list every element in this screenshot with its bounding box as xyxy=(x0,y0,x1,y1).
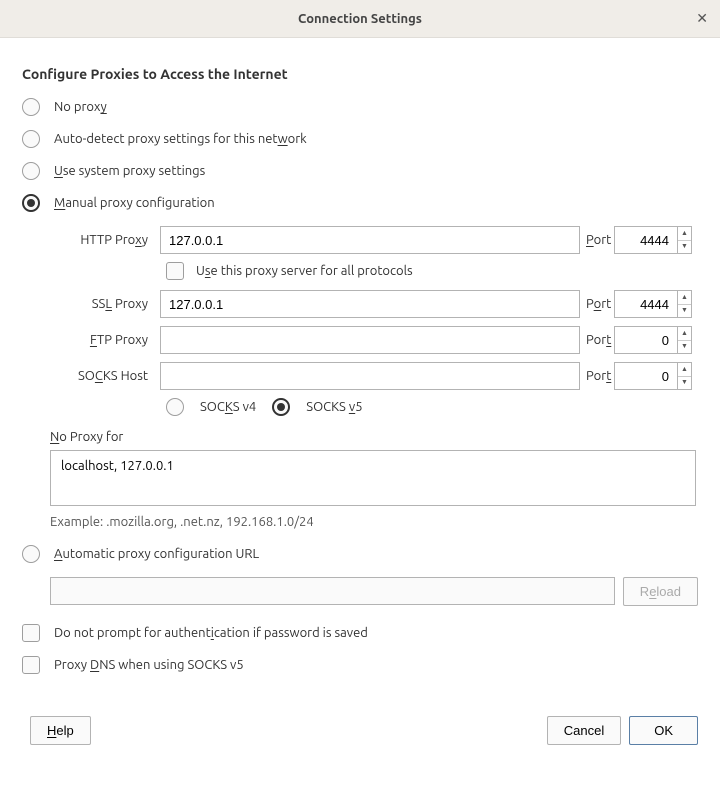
chevron-up-icon[interactable]: ▲ xyxy=(678,327,691,341)
chevron-up-icon[interactable]: ▲ xyxy=(678,291,691,305)
help-button[interactable]: Help xyxy=(30,716,91,745)
socks-host-label: SOCKS Host xyxy=(50,369,160,383)
ssl-proxy-input[interactable] xyxy=(160,290,580,318)
manual-proxy-form: HTTP Proxy Port ▲▼ Use this proxy server… xyxy=(50,226,698,529)
http-proxy-input[interactable] xyxy=(160,226,580,254)
use-all-protocols-row[interactable]: Use this proxy server for all protocols xyxy=(166,262,698,280)
chevron-up-icon[interactable]: ▲ xyxy=(678,363,691,377)
pac-url-input[interactable] xyxy=(50,577,615,605)
no-auth-prompt-row[interactable]: Do not prompt for authentication if pass… xyxy=(22,624,698,642)
radio-manual-proxy[interactable]: Manual proxy configuration xyxy=(22,194,698,212)
reload-button[interactable]: Reload xyxy=(623,577,698,606)
socks-port-input[interactable] xyxy=(614,362,678,390)
proxy-dns-label: Proxy DNS when using SOCKS v5 xyxy=(54,658,244,672)
radio-label: Automatic proxy configuration URL xyxy=(54,547,259,561)
socks-host-row: SOCKS Host Port ▲▼ xyxy=(50,362,698,390)
radio-pac-url[interactable]: Automatic proxy configuration URL xyxy=(22,545,698,563)
use-all-checkbox[interactable] xyxy=(166,262,184,280)
radio-auto-detect[interactable]: Auto-detect proxy settings for this netw… xyxy=(22,130,698,148)
chevron-up-icon[interactable]: ▲ xyxy=(678,227,691,241)
chevron-down-icon[interactable]: ▼ xyxy=(678,377,691,390)
radio-socks-v5[interactable] xyxy=(272,398,290,416)
ssl-proxy-label: SSL Proxy xyxy=(50,297,160,311)
socks-v5-label: SOCKS v5 xyxy=(306,400,362,414)
section-heading: Configure Proxies to Access the Internet xyxy=(22,66,698,82)
radio-label: Use system proxy settings xyxy=(54,164,205,178)
no-auth-checkbox[interactable] xyxy=(22,624,40,642)
socks-version-row: SOCKS v4 SOCKS v5 xyxy=(166,398,698,416)
ssl-proxy-row: SSL Proxy Port ▲▼ xyxy=(50,290,698,318)
use-all-label: Use this proxy server for all protocols xyxy=(196,264,413,278)
no-proxy-label: No Proxy for xyxy=(50,430,698,444)
no-proxy-textarea[interactable] xyxy=(50,450,696,506)
dialog-content: Configure Proxies to Access the Internet… xyxy=(0,38,720,706)
socks-v4-label: SOCKS v4 xyxy=(200,400,256,414)
radio-system-proxy[interactable]: Use system proxy settings xyxy=(22,162,698,180)
ssl-port-input[interactable] xyxy=(614,290,678,318)
radio-socks-v4[interactable] xyxy=(166,398,184,416)
radio-icon[interactable] xyxy=(22,545,40,563)
radio-label: Auto-detect proxy settings for this netw… xyxy=(54,132,307,146)
port-spinner[interactable]: ▲▼ xyxy=(678,326,692,354)
no-proxy-example: Example: .mozilla.org, .net.nz, 192.168.… xyxy=(50,515,698,529)
port-spinner[interactable]: ▲▼ xyxy=(678,362,692,390)
radio-icon[interactable] xyxy=(22,98,40,116)
http-proxy-row: HTTP Proxy Port ▲▼ xyxy=(50,226,698,254)
http-port-label: Port xyxy=(580,233,614,247)
proxy-dns-checkbox[interactable] xyxy=(22,656,40,674)
radio-label: Manual proxy configuration xyxy=(54,196,215,210)
radio-icon-selected[interactable] xyxy=(22,194,40,212)
pac-url-row: Reload xyxy=(50,577,698,606)
ftp-proxy-input[interactable] xyxy=(160,326,580,354)
socks-host-input[interactable] xyxy=(160,362,580,390)
http-port-input[interactable] xyxy=(614,226,678,254)
socks-port-label: Port xyxy=(580,369,614,383)
close-icon[interactable]: ✕ xyxy=(696,10,708,27)
chevron-down-icon[interactable]: ▼ xyxy=(678,241,691,254)
chevron-down-icon[interactable]: ▼ xyxy=(678,305,691,318)
http-proxy-label: HTTP Proxy xyxy=(50,233,160,247)
ftp-port-label: Port xyxy=(580,333,614,347)
ftp-port-input[interactable] xyxy=(614,326,678,354)
bottom-checkboxes: Do not prompt for authentication if pass… xyxy=(22,624,698,674)
radio-label: No proxy xyxy=(54,100,107,114)
radio-icon[interactable] xyxy=(22,162,40,180)
radio-icon[interactable] xyxy=(22,130,40,148)
no-auth-label: Do not prompt for authentication if pass… xyxy=(54,626,368,640)
chevron-down-icon[interactable]: ▼ xyxy=(678,341,691,354)
ftp-proxy-row: FTP Proxy Port ▲▼ xyxy=(50,326,698,354)
titlebar: Connection Settings ✕ xyxy=(0,0,720,38)
port-spinner[interactable]: ▲▼ xyxy=(678,226,692,254)
dialog-footer: Help Cancel OK xyxy=(0,706,720,761)
port-spinner[interactable]: ▲▼ xyxy=(678,290,692,318)
dialog-title: Connection Settings xyxy=(298,12,422,26)
ok-button[interactable]: OK xyxy=(629,716,698,745)
cancel-button[interactable]: Cancel xyxy=(547,716,621,745)
ssl-port-label: Port xyxy=(580,297,614,311)
radio-no-proxy[interactable]: No proxy xyxy=(22,98,698,116)
ftp-proxy-label: FTP Proxy xyxy=(50,333,160,347)
proxy-dns-row[interactable]: Proxy DNS when using SOCKS v5 xyxy=(22,656,698,674)
